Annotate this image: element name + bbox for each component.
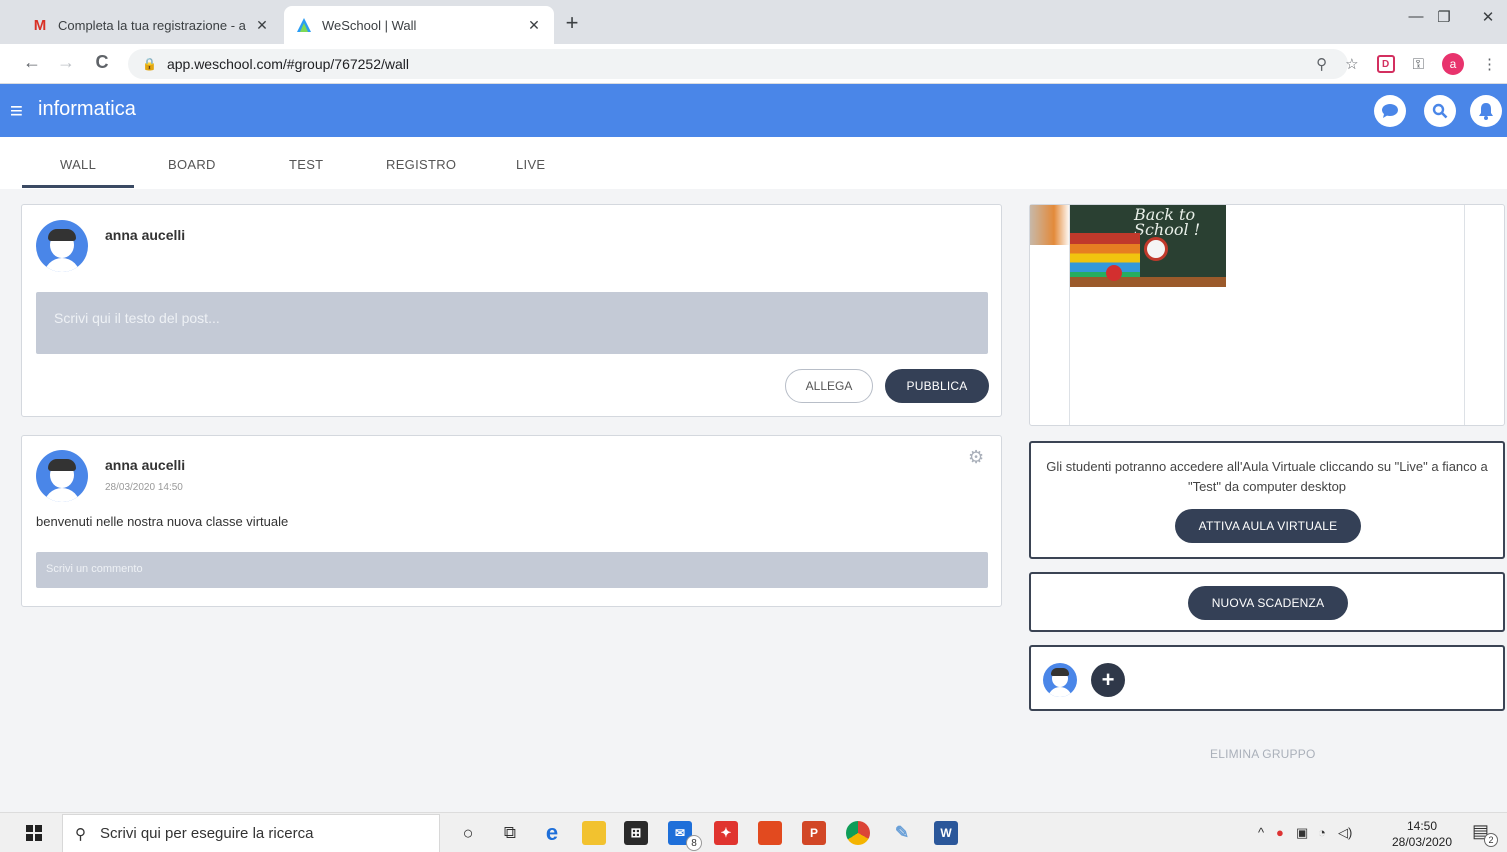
cover-edge	[1030, 205, 1070, 245]
divider	[1464, 205, 1465, 425]
tab-title: WeSchool | Wall	[322, 17, 417, 33]
chrome-icon[interactable]	[846, 821, 870, 845]
post-timestamp: 28/03/2020 14:50	[105, 482, 183, 493]
post-author: anna aucelli	[105, 457, 186, 473]
task-view-icon[interactable]: ⧉	[498, 821, 522, 845]
tab-registro[interactable]: REGISTRO	[386, 157, 456, 172]
zoom-icon[interactable]: ⚲	[1316, 55, 1327, 73]
chat-icon[interactable]	[1374, 95, 1406, 127]
windows-start-icon[interactable]	[22, 821, 46, 845]
browser-tab-gmail[interactable]: M Completa la tua registrazione - a ✕	[20, 6, 282, 44]
key-icon[interactable]: ⚿	[1413, 56, 1424, 73]
gmail-icon: M	[33, 16, 47, 34]
publish-button[interactable]: PUBBLICA	[885, 369, 989, 403]
browser-toolbar: ← → C 🔒 app.weschool.com/#group/767252/w…	[0, 44, 1507, 84]
toolbar-icons: ⚲ ☆ D ⚿ a ⋮	[1316, 44, 1497, 84]
address-bar[interactable]: 🔒 app.weschool.com/#group/767252/wall	[128, 49, 1348, 79]
members-card: +	[1029, 645, 1505, 711]
comment-input[interactable]: Scrivi un commento	[36, 552, 988, 588]
bookmark-star-icon[interactable]: ☆	[1345, 55, 1358, 73]
add-member-button[interactable]: +	[1091, 663, 1125, 697]
group-title: informatica	[38, 98, 136, 120]
back-button[interactable]: ←	[20, 52, 44, 73]
app-header: ≡ informatica	[0, 84, 1507, 137]
notification-badge: 2	[1484, 833, 1498, 847]
taskbar-search-input[interactable]: ⚲ Scrivi qui per eseguire la ricerca	[62, 814, 440, 852]
avatar	[36, 450, 88, 502]
chevron-up-icon[interactable]: ^	[1258, 825, 1264, 840]
browser-tabstrip: M Completa la tua registrazione - a ✕ We…	[0, 0, 1507, 44]
close-tab-icon[interactable]: ✕	[526, 17, 542, 34]
taskbar-search-placeholder: Scrivi qui per eseguire la ricerca	[100, 825, 314, 842]
delete-group-link[interactable]: ELIMINA GRUPPO	[1210, 747, 1316, 761]
tab-wall[interactable]: WALL	[60, 157, 96, 172]
profile-avatar[interactable]: a	[1442, 53, 1464, 75]
deadline-card: NUOVA SCADENZA	[1029, 572, 1505, 632]
bell-icon[interactable]	[1470, 95, 1502, 127]
cover-image: Back to School !	[1070, 205, 1226, 287]
paint-icon[interactable]: ✎	[890, 821, 914, 845]
group-cover-card: Back to School !	[1029, 204, 1505, 426]
wall-post: anna aucelli 28/03/2020 14:50 ⚙ benvenut…	[21, 435, 1002, 607]
browser-menu-icon[interactable]: ⋮	[1482, 55, 1497, 73]
tab-title: Completa la tua registrazione - a	[58, 17, 246, 33]
search-icon[interactable]	[1424, 95, 1456, 127]
post-body: benvenuti nelle nostra nuova classe virt…	[36, 514, 289, 529]
weschool-icon	[296, 17, 312, 33]
group-nav: WALL BOARD TEST REGISTRO LIVE	[0, 137, 1507, 189]
cortana-icon[interactable]: ○	[456, 821, 480, 845]
menu-icon[interactable]: ≡	[10, 98, 23, 124]
post-composer: anna aucelli Scrivi qui il testo del pos…	[21, 204, 1002, 417]
clock-date: 28/03/2020	[1391, 835, 1453, 849]
tab-test[interactable]: TEST	[289, 157, 323, 172]
tab-live[interactable]: LIVE	[516, 157, 545, 172]
new-deadline-button[interactable]: NUOVA SCADENZA	[1188, 586, 1348, 620]
tray-network-icon[interactable]: ▣	[1296, 825, 1308, 841]
file-explorer-icon[interactable]	[582, 821, 606, 845]
extension-icon[interactable]: D	[1376, 55, 1395, 73]
active-tab-indicator	[22, 185, 134, 188]
powerpoint-icon[interactable]: P	[802, 821, 826, 845]
wifi-icon[interactable]: ◔	[1318, 825, 1326, 840]
windows-taskbar: ⚲ Scrivi qui per eseguire la ricerca ○ ⧉…	[0, 812, 1507, 852]
gear-icon[interactable]: ⚙	[968, 447, 984, 468]
mail-badge: 8	[686, 835, 702, 851]
office-icon[interactable]	[758, 821, 782, 845]
search-icon: ⚲	[75, 825, 86, 843]
new-tab-button[interactable]: +	[560, 10, 584, 36]
forward-button[interactable]: →	[54, 52, 78, 73]
avatar	[36, 220, 88, 272]
browser-tab-weschool[interactable]: WeSchool | Wall ✕	[284, 6, 554, 44]
composer-author: anna aucelli	[105, 227, 186, 243]
gift-icon[interactable]: ✦	[714, 821, 738, 845]
lock-icon: 🔒	[142, 57, 157, 71]
member-avatar[interactable]	[1043, 663, 1077, 697]
edge-icon[interactable]: e	[540, 820, 564, 845]
url-text: app.weschool.com/#group/767252/wall	[166, 56, 409, 72]
volume-icon[interactable]: ◁)	[1338, 825, 1352, 841]
clock-time: 14:50	[1406, 819, 1438, 833]
tray-app-icon[interactable]: ●	[1276, 825, 1284, 840]
activate-virtual-class-button[interactable]: ATTIVA AULA VIRTUALE	[1175, 509, 1361, 543]
attach-button[interactable]: ALLEGA	[785, 369, 873, 403]
taskbar-clock[interactable]: 14:50 28/03/2020	[1386, 818, 1458, 850]
store-icon[interactable]: ⊞	[624, 821, 648, 845]
cover-chalk-text: Back to School !	[1134, 205, 1201, 239]
virtual-class-info: Gli studenti potranno accedere all'Aula …	[1046, 459, 1488, 494]
post-text-input[interactable]: Scrivi qui il testo del post...	[36, 292, 988, 354]
virtual-class-card: Gli studenti potranno accedere all'Aula …	[1029, 441, 1505, 559]
word-icon[interactable]: W	[934, 821, 958, 845]
close-tab-icon[interactable]: ✕	[254, 17, 270, 34]
restore-button[interactable]: ❐	[1424, 8, 1464, 26]
reload-button[interactable]: C	[90, 52, 114, 73]
tab-board[interactable]: BOARD	[168, 157, 216, 172]
close-window-button[interactable]: ✕	[1468, 8, 1507, 26]
